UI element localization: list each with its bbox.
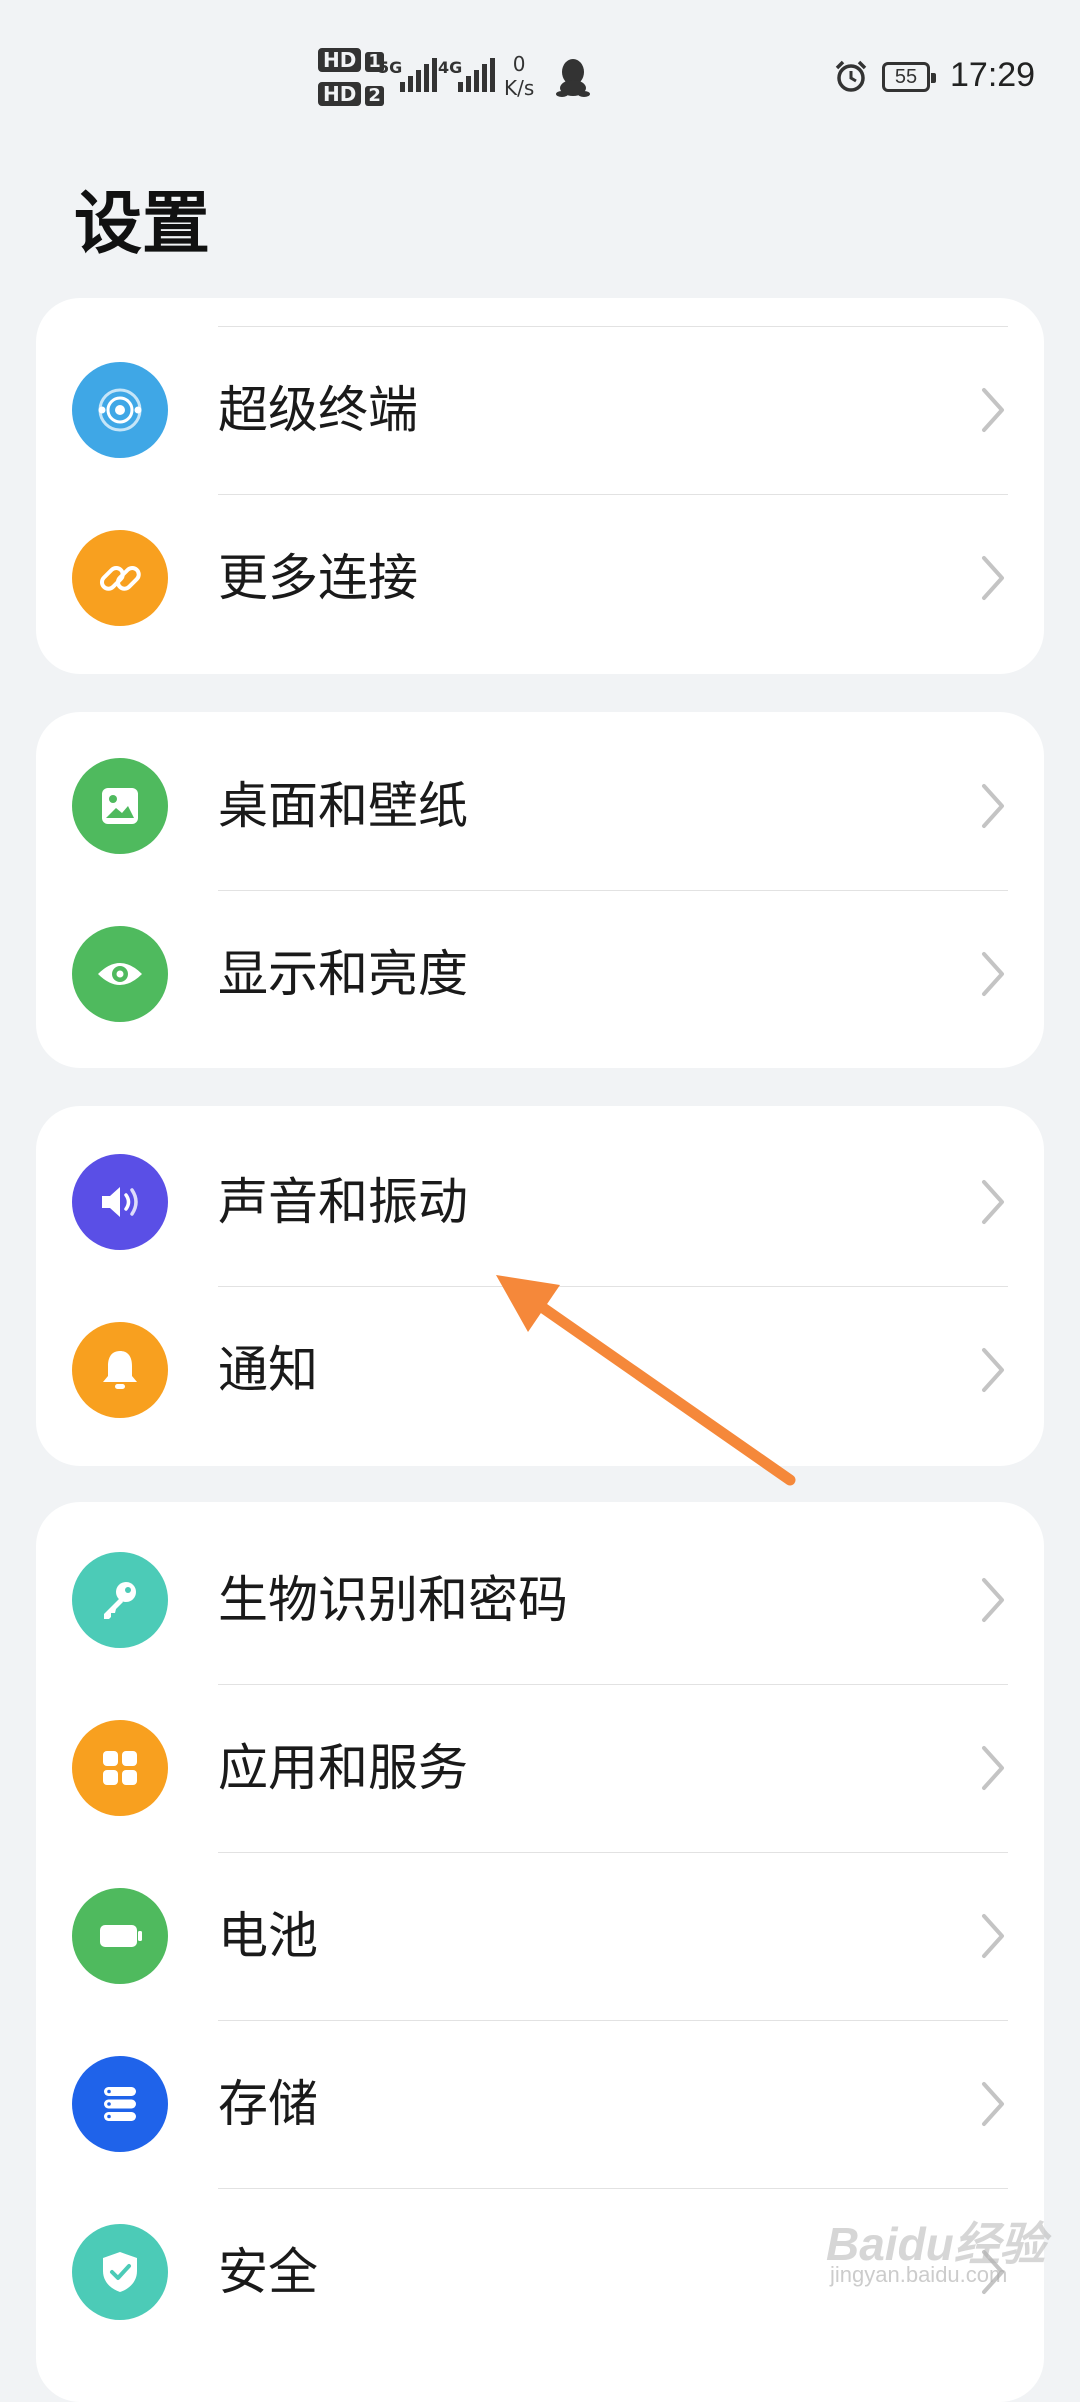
settings-item-storage[interactable]: 存储 [36,2020,1044,2188]
chevron-right-icon [982,1746,1004,1790]
settings-item-sound-vibration[interactable]: 声音和振动 [36,1118,1044,1286]
battery-indicator: 55 [882,62,936,92]
chevron-right-icon [982,1914,1004,1958]
apps-icon [72,1720,168,1816]
storage-icon [72,2056,168,2152]
settings-item-label: 显示和亮度 [218,945,468,1003]
status-bar: HD 1 HD 2 5G 4G 0 K/s 55 17:29 [0,0,1080,150]
alarm-icon [835,60,867,92]
network-5g-label: 5G [378,58,403,77]
settings-item-biometrics-password[interactable]: 生物识别和密码 [36,1516,1044,1684]
qq-notification-icon [556,59,590,97]
row-divider [218,1852,1008,1853]
settings-item-label: 应用和服务 [218,1739,468,1797]
link-icon [72,530,168,626]
chevron-right-icon [982,952,1004,996]
chevron-right-icon [982,2082,1004,2126]
settings-item-label: 电池 [218,1907,318,1965]
settings-item-label: 超级终端 [218,381,418,439]
key-icon [72,1552,168,1648]
settings-item-battery[interactable]: 电池 [36,1852,1044,2020]
settings-item-super-device[interactable]: 超级终端 [36,326,1044,494]
wallpaper-icon [72,758,168,854]
settings-item-label: 存储 [218,2075,318,2133]
settings-item-display-brightness[interactable]: 显示和亮度 [36,890,1044,1058]
settings-item-label: 安全 [218,2243,318,2301]
chevron-right-icon [982,388,1004,432]
sim1-hd-badge: HD 1 [318,48,384,72]
signal-sim1-icon [400,58,437,92]
battery-icon [72,1888,168,1984]
signal-sim2-icon [458,58,495,92]
settings-item-more-connections[interactable]: 更多连接 [36,494,1044,662]
settings-item-label: 通知 [218,1341,318,1399]
chevron-right-icon [982,1180,1004,1224]
eye-icon [72,926,168,1022]
shield-icon [72,2224,168,2320]
baidu-watermark-url: jingyan.baidu.com [830,2262,1008,2287]
network-speed: 0 K/s [504,52,535,100]
bell-icon [72,1322,168,1418]
row-divider [218,1286,1008,1287]
super-device-icon [72,362,168,458]
settings-item-label: 生物识别和密码 [218,1571,568,1629]
chevron-right-icon [982,556,1004,600]
row-divider [218,2188,1008,2189]
sim2-hd-badge: HD 2 [318,82,384,106]
settings-item-apps-services[interactable]: 应用和服务 [36,1684,1044,1852]
chevron-right-icon [982,1348,1004,1392]
settings-group-connectivity: 超级终端 更多连接 [36,298,1044,674]
settings-item-label: 声音和振动 [218,1173,468,1231]
settings-item-label: 桌面和壁纸 [218,777,468,835]
settings-group-display: 桌面和壁纸 显示和亮度 [36,712,1044,1068]
settings-group-sound-notification: 声音和振动 通知 [36,1106,1044,1466]
clock: 17:29 [950,56,1036,94]
chevron-right-icon [982,1578,1004,1622]
page-title: 设置 [74,185,211,264]
sound-icon [72,1154,168,1250]
settings-item-label: 更多连接 [218,549,418,607]
row-divider [218,2020,1008,2021]
settings-item-notifications[interactable]: 通知 [36,1286,1044,1454]
chevron-right-icon [982,784,1004,828]
settings-item-wallpaper[interactable]: 桌面和壁纸 [36,722,1044,890]
